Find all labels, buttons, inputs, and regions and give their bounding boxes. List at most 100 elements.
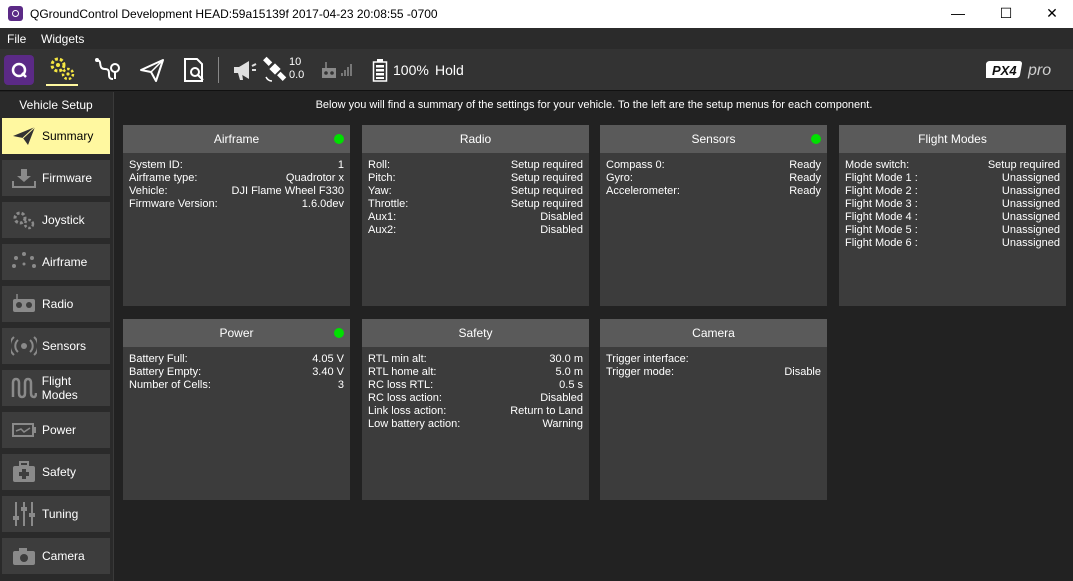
summary-row: Flight Mode 6 : Unassigned (845, 237, 1060, 250)
sidebar-item-label: Camera (42, 549, 85, 563)
radio-card: Radio Roll: Setup required Pitch: Setup req… (362, 125, 589, 306)
summary-row: System ID: 1 (129, 159, 344, 172)
card-title: Sensors (691, 132, 736, 146)
row-label: Throttle: (368, 198, 409, 210)
battery-icon[interactable] (368, 54, 392, 86)
gps-count: 10 (289, 56, 302, 68)
gps-icon[interactable] (260, 54, 292, 86)
row-label: Flight Mode 5 : (845, 224, 918, 236)
card-header[interactable]: Sensors (600, 125, 827, 153)
sidebar-item-airframe[interactable]: Airframe (2, 244, 110, 280)
row-label: RTL home alt: (368, 366, 437, 378)
row-value: Setup required (510, 185, 583, 197)
qgc-logo-icon[interactable] (4, 55, 34, 85)
flight-mode-selector[interactable]: Hold (435, 62, 464, 78)
row-value: Setup required (510, 198, 583, 210)
summary-row: Yaw: Setup required (368, 185, 583, 198)
row-label: Aux2: (368, 224, 397, 236)
card-body: System ID: 1 Airframe type: Quadrotor x Vehi… (123, 153, 350, 211)
summary-row: Vehicle: DJI Flame Wheel F330 (129, 185, 344, 198)
row-label: Gyro: (606, 172, 633, 184)
vehicle-setup-icon[interactable] (46, 54, 78, 86)
row-label: Firmware Version: (129, 198, 218, 210)
row-label: RC loss RTL: (368, 379, 434, 391)
svg-text:pro: pro (1027, 62, 1051, 79)
airframe-card: Airframe System ID: 1 Airframe type: Quadro… (123, 125, 350, 306)
fly-view-icon[interactable] (136, 54, 168, 86)
row-value: Disabled (540, 211, 583, 223)
summary-row: Gyro: Ready (606, 172, 821, 185)
row-value: 1 (337, 159, 344, 171)
sidebar-item-safety[interactable]: Safety (2, 454, 110, 490)
camera-card: Camera Trigger interface: Trigger mode: Di… (600, 319, 827, 500)
row-value: Ready (789, 159, 821, 171)
sidebar-item-joystick[interactable]: Joystick (2, 202, 110, 238)
sidebar-item-label: Firmware (42, 171, 92, 185)
card-header[interactable]: Camera (600, 319, 827, 347)
row-value: Unassigned (1001, 198, 1060, 210)
sidebar-item-flight-modes[interactable]: Flight Modes (2, 370, 110, 406)
card-title: Safety (458, 326, 493, 340)
plane-icon (8, 124, 40, 148)
analyze-icon[interactable] (178, 54, 210, 86)
card-header[interactable]: Airframe (123, 125, 350, 153)
summary-row: Flight Mode 1 : Unassigned (845, 172, 1060, 185)
row-label: RC loss action: (368, 392, 442, 404)
sidebar-item-summary[interactable]: Summary (2, 118, 110, 154)
sidebar-item-tuning[interactable]: Tuning (2, 496, 110, 532)
sidebar-item-radio[interactable]: Radio (2, 286, 110, 322)
card-header[interactable]: Radio (362, 125, 589, 153)
sidebar-item-label: Summary (42, 129, 94, 143)
row-value: Setup required (510, 172, 583, 184)
summary-row: Accelerometer: Ready (606, 185, 821, 198)
sidebar-item-label: Joystick (42, 213, 85, 227)
sidebar-item-label: Flight Modes (41, 374, 78, 402)
row-value: Unassigned (1001, 185, 1060, 197)
signal-strength-icon (336, 54, 358, 86)
row-value: Ready (789, 172, 821, 184)
messages-icon[interactable] (228, 54, 260, 86)
sidebar-item-firmware[interactable]: Firmware (2, 160, 110, 196)
gears-icon (8, 208, 40, 232)
menu-widgets[interactable]: Widgets (41, 32, 84, 46)
sidebar-item-label: Radio (42, 297, 74, 311)
row-value: 5.0 m (555, 366, 583, 378)
row-label: Trigger mode: (606, 366, 675, 378)
summary-row: Flight Mode 4 : Unassigned (845, 211, 1060, 224)
row-value: Disabled (540, 392, 583, 404)
plan-view-icon[interactable] (92, 54, 124, 86)
sensors-card: Sensors Compass 0: Ready Gyro: Ready Acceler… (600, 125, 827, 306)
summary-row: Airframe type: Quadrotor x (129, 172, 344, 185)
card-body: RTL min alt: 30.0 m RTL home alt: 5.0 m RC l… (362, 347, 589, 431)
summary-row: Mode switch: Setup required (845, 159, 1060, 172)
row-value: Ready (789, 185, 821, 197)
close-button[interactable]: ✕ (1029, 0, 1073, 28)
row-value: Setup required (987, 159, 1060, 171)
row-value: 0.5 s (559, 379, 583, 391)
card-header[interactable]: Flight Modes (839, 125, 1066, 153)
sidebar-item-power[interactable]: Power (2, 412, 110, 448)
window-titlebar: QGroundControl Development HEAD:59a15139… (0, 0, 1073, 28)
summary-row: Trigger interface: (606, 353, 821, 366)
row-value: Return to Land (510, 405, 583, 417)
sidebar-item-camera[interactable]: Camera (2, 538, 110, 574)
row-label: Yaw: (368, 185, 392, 197)
row-label: RTL min alt: (368, 353, 427, 365)
row-value: Unassigned (1001, 237, 1060, 249)
row-label: Flight Mode 1 : (845, 172, 918, 184)
status-ok-indicator (334, 328, 344, 338)
radio-icon (8, 292, 40, 316)
row-label: Flight Mode 2 : (845, 185, 918, 197)
card-header[interactable]: Safety (362, 319, 589, 347)
row-label: Battery Full: (129, 353, 188, 365)
menu-file[interactable]: File (7, 32, 26, 46)
summary-row: Trigger mode: Disable (606, 366, 821, 379)
summary-row: Flight Mode 2 : Unassigned (845, 185, 1060, 198)
summary-row: Firmware Version: 1.6.0dev (129, 198, 344, 211)
toolbar-divider (218, 57, 219, 83)
row-label: Low battery action: (368, 418, 461, 430)
sidebar-item-sensors[interactable]: Sensors (2, 328, 110, 364)
minimize-button[interactable]: — (935, 0, 981, 28)
maximize-button[interactable]: ☐ (983, 0, 1029, 28)
card-header[interactable]: Power (123, 319, 350, 347)
